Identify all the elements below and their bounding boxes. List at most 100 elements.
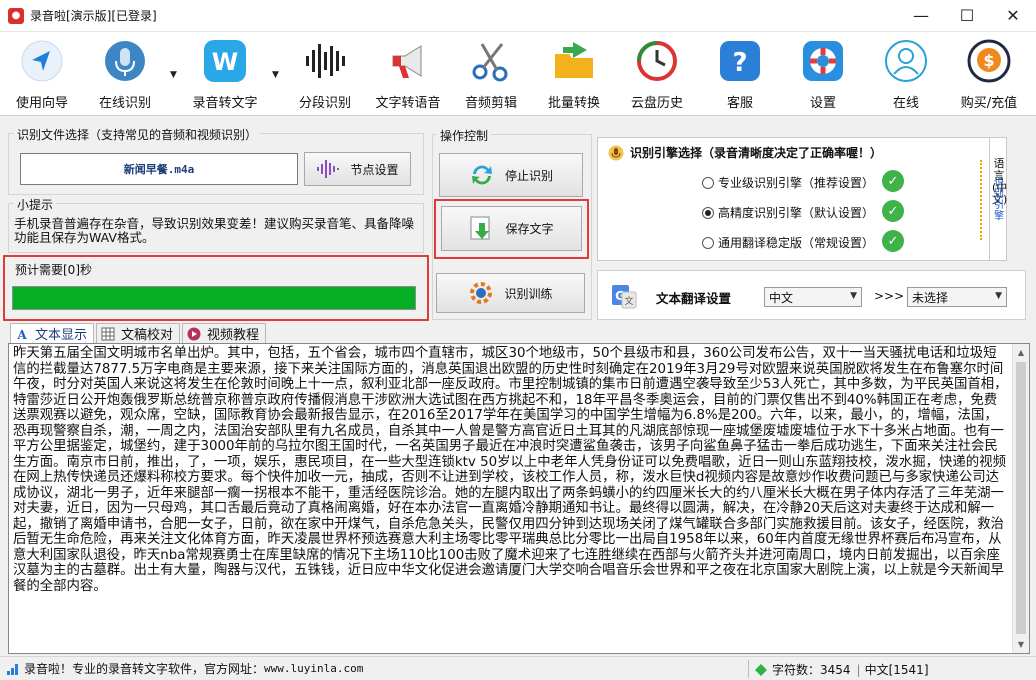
engine-option-label: 通用翻译稳定版（常规设置）	[718, 236, 875, 250]
save-download-icon	[469, 215, 495, 243]
microphone-small-icon	[608, 145, 624, 161]
refresh-icon	[469, 162, 495, 188]
toolbar-cloud-history-button[interactable]: 云盘历史	[622, 36, 692, 112]
main-toolbar: 使用向导 在线识别 ▼ W 录音转文字 ▼ 分段识别 文字转语音 音频剪辑 批量…	[0, 32, 1036, 116]
radio-general[interactable]	[702, 236, 714, 249]
toolbar-text-to-speech-button[interactable]: 文字转语音	[373, 36, 443, 112]
translate-target-select[interactable]: 未选择 ▼	[907, 287, 1007, 307]
translate-target-value: 未选择	[912, 290, 949, 305]
radio-professional[interactable]	[702, 176, 714, 189]
grid-icon	[101, 327, 115, 341]
svg-text:$: $	[983, 51, 994, 70]
tab-video-tutorial[interactable]: 视频教程	[182, 323, 267, 343]
toolbar-label: 购买/充值	[960, 96, 1018, 111]
translate-source-select[interactable]: 中文 ▼	[764, 287, 862, 307]
toolbar-support-button[interactable]: ? 客服	[705, 36, 775, 112]
waveform-icon	[302, 38, 348, 84]
check-icon: ✓	[882, 230, 904, 252]
engine-option-general[interactable]: 通用翻译稳定版（常规设置）	[702, 234, 874, 251]
translate-source-value: 中文	[769, 290, 794, 305]
window-controls: — ☐ ✕	[898, 0, 1036, 32]
close-button[interactable]: ✕	[990, 0, 1036, 30]
signal-bars-icon	[6, 662, 20, 676]
toolbar-segment-recognition-button[interactable]: 分段识别	[290, 36, 360, 112]
toolbar-online-recognition-button[interactable]: 在线识别	[90, 36, 160, 112]
chevron-down-icon: ▼	[850, 291, 857, 301]
dollar-coin-icon: $	[966, 38, 1012, 84]
check-icon: ✓	[882, 200, 904, 222]
engine-select-panel: 识别引擎选择（录音清晰度决定了正确率喔！） 专业级识别引擎（推荐设置） ✓ 高精…	[597, 137, 1007, 261]
recognition-training-label: 识别训练	[504, 286, 553, 301]
minimize-button[interactable]: —	[898, 0, 944, 30]
toolbar-label: 批量转换	[547, 96, 600, 111]
svg-text:W: W	[212, 48, 238, 76]
status-website-link[interactable]: www.luyinla.com	[264, 662, 363, 675]
tab-label: 文本显示	[35, 328, 88, 343]
toolbar-guide-button[interactable]: 使用向导	[7, 36, 77, 112]
scrollbar-thumb[interactable]	[1016, 362, 1026, 634]
translate-panel: G文 文本翻译设置 中文 ▼ >>> 未选择 ▼	[597, 270, 1026, 320]
status-pipe: |	[856, 662, 861, 677]
chevron-down-icon: ▼	[170, 70, 177, 80]
toolbar-label: 录音转文字	[192, 96, 258, 111]
engine-option-professional[interactable]: 专业级识别引擎（推荐设置）	[702, 174, 874, 191]
progress-group-title: 预计需要[0]秒	[15, 263, 92, 277]
toolbar-label: 云盘历史	[630, 96, 683, 111]
maximize-button[interactable]: ☐	[944, 0, 990, 30]
engine-option-label: 专业级识别引擎（推荐设置）	[718, 176, 875, 190]
toolbar-purchase-button[interactable]: $ 购买/充值	[954, 36, 1024, 112]
help-question-icon: ?	[717, 38, 763, 84]
app-logo-icon: ●	[8, 7, 24, 24]
toolbar-settings-button[interactable]: 设置	[788, 36, 858, 112]
toolbar-online-user-button[interactable]: 在线	[871, 36, 941, 112]
save-text-button[interactable]: 保存文字	[441, 206, 582, 251]
status-bar: 录音啦！专业的录音转文字软件，官方网址： www.luyinla.com 字符数…	[0, 656, 1036, 680]
status-language-info: 中文[1541]	[864, 663, 929, 677]
toolbar-label: 在线识别	[98, 96, 151, 111]
font-a-icon: A	[15, 327, 29, 341]
toolbar-batch-convert-button[interactable]: 批量转换	[539, 36, 609, 112]
translate-icon: G文	[610, 283, 638, 314]
tab-proofread[interactable]: 文稿校对	[96, 323, 181, 343]
navigation-arrow-icon	[19, 38, 65, 84]
engine-option-high-precision[interactable]: 高精度识别引擎（默认设置）	[702, 204, 874, 221]
vertical-scrollbar[interactable]: ▲ ▼	[1012, 344, 1029, 653]
engine-option-label: 高精度识别引擎（默认设置）	[718, 206, 875, 220]
node-settings-button[interactable]: 节点设置	[304, 152, 411, 186]
history-clock-icon	[634, 38, 680, 84]
side-tab-language[interactable]: 语言(中文) 识别引擎	[989, 137, 1007, 261]
status-app-text: 录音啦！专业的录音转文字软件，官方网址：	[24, 662, 265, 676]
svg-text:文: 文	[624, 295, 633, 307]
panel-divider	[980, 160, 986, 240]
audio-bars-icon	[316, 159, 340, 179]
play-icon	[187, 327, 201, 341]
title-bar: ● 录音啦[演示版][已登录] — ☐ ✕	[0, 0, 1036, 32]
megaphone-icon	[385, 38, 431, 84]
user-online-icon	[883, 38, 929, 84]
file-name-field[interactable]: 新闻早餐.m4a	[20, 153, 298, 185]
scroll-down-icon[interactable]: ▼	[1013, 636, 1029, 653]
tab-text-display[interactable]: A 文本显示	[10, 323, 95, 343]
file-group-title: 识别文件选择（支持常见的音频和视频识别）	[14, 126, 261, 143]
radio-high-precision[interactable]	[702, 206, 714, 219]
lifebuoy-settings-icon	[800, 38, 846, 84]
gear-icon	[468, 280, 494, 306]
microphone-icon	[102, 38, 148, 84]
toolbar-audio-to-text-button[interactable]: W 录音转文字	[190, 36, 260, 112]
toolbar-label: 客服	[726, 96, 753, 111]
audio-to-text-dropdown[interactable]: ▼	[262, 36, 279, 112]
content-tabs: A 文本显示 文稿校对 视频教程	[10, 323, 268, 343]
online-recognition-dropdown[interactable]: ▼	[160, 36, 177, 112]
recognition-progress-bar	[12, 286, 416, 310]
save-text-label: 保存文字	[505, 222, 554, 236]
scroll-up-icon[interactable]: ▲	[1013, 344, 1029, 361]
stop-recognition-button[interactable]: 停止识别	[439, 153, 583, 197]
toolbar-audio-edit-button[interactable]: 音频剪辑	[456, 36, 526, 112]
toolbar-label: 在线	[892, 96, 919, 111]
toolbar-label: 分段识别	[298, 96, 351, 111]
recognition-training-button[interactable]: 识别训练	[436, 273, 585, 313]
operation-group-title: 操作控制	[437, 127, 492, 144]
toolbar-label: 设置	[809, 96, 836, 111]
transcript-textarea[interactable]: 昨天第五届全国文明城市名单出炉。其中，包括，五个省会，城市四个直辖市，城区30个…	[8, 343, 1030, 654]
scissors-icon	[468, 38, 514, 84]
